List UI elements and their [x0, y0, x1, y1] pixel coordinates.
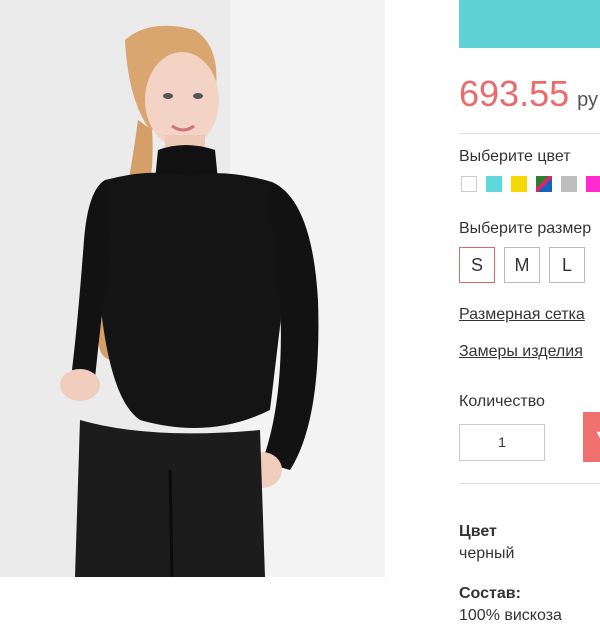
- swatch-multicolor[interactable]: [536, 176, 552, 192]
- add-to-cart-button[interactable]: ▼: [583, 412, 600, 462]
- product-price: 693.55 ру: [459, 76, 598, 112]
- price-value: 693.55: [459, 73, 570, 114]
- size-option-m[interactable]: M: [504, 247, 540, 283]
- composition-attr-title: Состав:: [459, 585, 521, 602]
- quantity-label: Количество: [459, 393, 545, 410]
- divider: [459, 133, 600, 134]
- color-attr-value: черный: [459, 545, 515, 562]
- size-select-label: Выберите размер: [459, 220, 592, 237]
- divider: [459, 483, 600, 484]
- color-attr-title: Цвет: [459, 523, 497, 540]
- swatch-turquoise[interactable]: [486, 176, 502, 192]
- size-options: S M L: [459, 247, 585, 283]
- swatch-yellow[interactable]: [511, 176, 527, 192]
- buy-banner[interactable]: [459, 0, 600, 48]
- size-chart-link[interactable]: Размерная сетка: [459, 306, 585, 324]
- size-option-s[interactable]: S: [459, 247, 495, 283]
- quantity-input[interactable]: 1: [459, 424, 545, 461]
- swatch-white[interactable]: [461, 176, 477, 192]
- composition-attr-value: 100% вискоза: [459, 607, 562, 624]
- swatch-magenta[interactable]: [586, 176, 600, 192]
- size-option-l[interactable]: L: [549, 247, 585, 283]
- measurements-link[interactable]: Замеры изделия: [459, 343, 583, 361]
- color-select-label: Выберите цвет: [459, 148, 571, 165]
- price-currency: ру: [577, 89, 599, 111]
- product-image[interactable]: [0, 0, 385, 577]
- color-swatches: [461, 176, 600, 192]
- product-info-panel: 693.55 ру Выберите цвет Выберите размер S…: [459, 0, 600, 625]
- cart-icon: ▼: [593, 426, 600, 447]
- swatch-grey[interactable]: [561, 176, 577, 192]
